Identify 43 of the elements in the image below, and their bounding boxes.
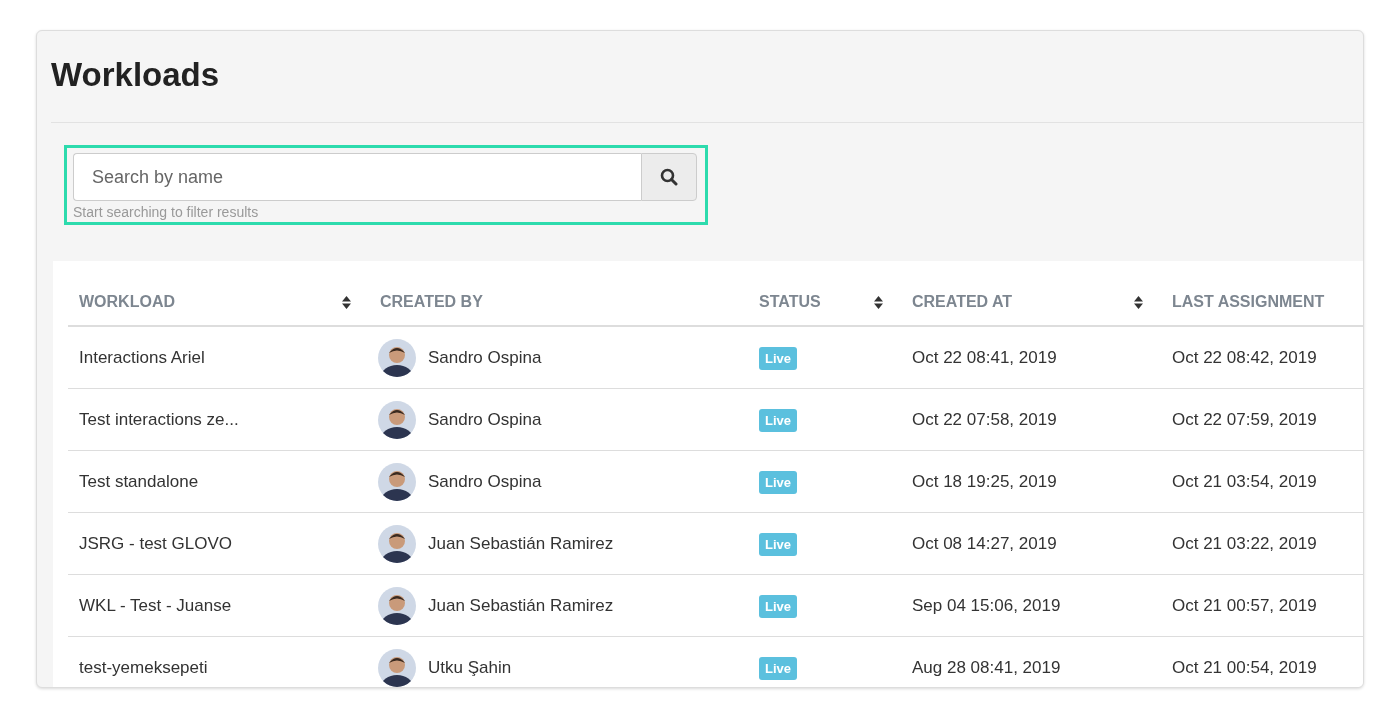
table-cell: Test interactions ze... [79,409,239,429]
search-button[interactable] [641,153,697,201]
column-header: CREATED BY [380,293,483,311]
table-cell: Oct 21 03:54, 2019 [1172,471,1317,491]
user-name: Sandro Ospina [428,471,542,492]
table-cell: Oct 21 00:54, 2019 [1172,657,1317,677]
search-hint: Start searching to filter results [73,204,259,220]
column-header: CREATED AT [912,293,1013,311]
column-header: STATUS [759,293,821,311]
user-name: Juan Sebastián Ramirez [428,533,614,554]
table-cell: Oct 18 19:25, 2019 [912,471,1057,491]
table-cell: Oct 22 08:41, 2019 [912,347,1057,367]
table-cell: JSRG - test GLOVO [79,533,233,553]
table-cell: Aug 28 08:41, 2019 [912,657,1061,677]
table-cell: test-yemeksepeti [79,657,208,677]
user-name: Sandro Ospina [428,409,542,430]
table-cell: Oct 21 00:57, 2019 [1172,595,1317,615]
page-title: Workloads [51,55,220,95]
status-badge: Live [759,470,797,494]
table-cell: Oct 22 07:58, 2019 [912,409,1057,429]
status-badge: Live [759,594,797,618]
sort-icon[interactable] [874,295,883,309]
user-name: Juan Sebastián Ramirez [428,595,614,616]
table-cell: WKL - Test - Juanse [79,595,232,615]
table-cell: Oct 08 14:27, 2019 [912,533,1057,553]
search-icon [660,168,678,186]
user-name: Sandro Ospina [428,347,542,368]
status-badge: Live [759,656,797,680]
table-cell: Test standalone [79,471,199,491]
sort-icon[interactable] [342,295,351,309]
column-header: WORKLOAD [79,293,175,311]
sort-icon[interactable] [1134,295,1143,309]
user-name: Utku Şahin [428,657,512,678]
status-badge: Live [759,532,797,556]
column-header: LAST ASSIGNMENT [1172,293,1325,311]
status-badge: Live [759,346,797,370]
table-cell: Oct 22 07:59, 2019 [1172,409,1317,429]
search-field[interactable]: Search by name [73,153,641,201]
table-cell: Oct 22 08:42, 2019 [1172,347,1317,367]
table-cell: Oct 21 03:22, 2019 [1172,533,1317,553]
table-cell: Sep 04 15:06, 2019 [912,595,1061,615]
table-cell: Interactions Ariel [79,347,205,367]
status-badge: Live [759,408,797,432]
